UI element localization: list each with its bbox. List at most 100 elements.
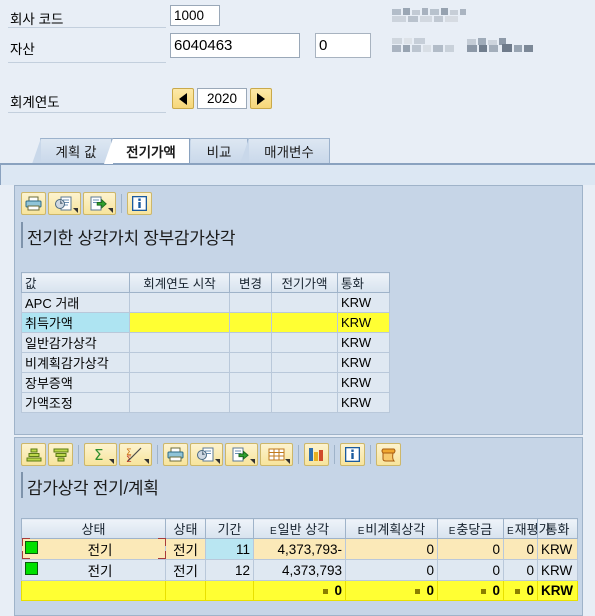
table-row[interactable]: APC 거래 KRW (21, 292, 390, 313)
export-icon[interactable] (83, 192, 116, 215)
asset-subnumber-input[interactable] (315, 33, 371, 58)
table-row[interactable]: 가액조정 KRW (21, 392, 390, 413)
total-currency: KRW (537, 580, 578, 601)
export-glyph (232, 447, 249, 461)
table-row[interactable]: 비계획감가상각 KRW (21, 352, 390, 373)
column-header-status2[interactable]: 상태 (165, 518, 206, 539)
chart-glyph (309, 448, 323, 461)
column-header-reserve[interactable]: Ε충당금 (437, 518, 504, 539)
print-preview-icon[interactable] (190, 443, 223, 466)
print-preview-glyph (197, 447, 214, 461)
print-glyph (167, 447, 184, 462)
chevron-down-icon (285, 459, 290, 464)
column-header-period[interactable]: 기간 (205, 518, 254, 539)
column-header-fy-start[interactable]: 회계연도 시작 (129, 272, 230, 293)
export-icon[interactable] (225, 443, 258, 466)
print-glyph (25, 196, 42, 211)
column-header-ordinary[interactable]: Ε일반 상각 (253, 518, 346, 539)
toolbar-separator (370, 445, 371, 464)
table-row[interactable]: 일반감가상각 KRW (21, 332, 390, 353)
sort-descending-icon[interactable] (48, 443, 73, 466)
layout-icon[interactable] (260, 443, 293, 466)
chevron-down-icon (250, 459, 255, 464)
svg-text:Σ: Σ (94, 447, 103, 462)
divider-3 (8, 112, 166, 113)
tab-label: 계획 값 (55, 145, 97, 160)
sigma-icon: Ε (269, 526, 277, 537)
tab-parameters[interactable]: 매개변수 (240, 138, 330, 164)
previous-year-button[interactable] (172, 88, 194, 109)
print-icon[interactable] (21, 192, 46, 215)
chevron-down-icon (108, 208, 113, 213)
tab-posted-values[interactable]: 전기가액 (104, 138, 190, 164)
total-ordinary: 0 (253, 580, 346, 601)
total-value: 0 (334, 583, 342, 598)
print-preview-icon[interactable] (48, 192, 81, 215)
column-header-change[interactable]: 변경 (229, 272, 272, 293)
column-header-status[interactable]: 상태 (21, 518, 166, 539)
company-code-input[interactable] (170, 5, 220, 26)
asset-number-input[interactable] (170, 33, 300, 58)
tab-planned-values[interactable]: 계획 값 (32, 138, 112, 164)
sum-glyph: Σ (94, 447, 103, 462)
company-code-label: 회사 코드 (10, 12, 64, 27)
depreciation-posting-panel: Σ Σ Σ 감가상각 전기/계획 상태 상태 기간 Ε일반 상각 Ε비계획상각 … (14, 437, 583, 616)
info-icon[interactable] (340, 443, 365, 466)
subtotal-glyph: Σ Σ (126, 447, 142, 462)
table-row[interactable]: 장부증액 KRW (21, 372, 390, 393)
print-preview-glyph (55, 196, 72, 210)
cell-fy-start (129, 292, 230, 313)
info-glyph (345, 447, 360, 462)
chevron-down-icon (144, 459, 149, 464)
sort-ascending-icon[interactable] (21, 443, 46, 466)
cell-fy-start (129, 332, 230, 353)
table-row[interactable]: 전기 전기 11 4,373,793- 0 0 0 KRW (21, 538, 578, 560)
fiscal-year-input[interactable] (197, 88, 247, 109)
column-header-value[interactable]: 값 (21, 272, 130, 293)
column-label: 충당금 (456, 522, 493, 537)
fiscal-year-row: 회계연도 (10, 91, 60, 111)
cell-status: 전기 (21, 538, 166, 560)
table-row[interactable]: 취득가액 KRW (21, 312, 390, 333)
column-header-posted[interactable]: 전기가액 (271, 272, 338, 293)
info-glyph (132, 196, 147, 211)
sort-asc-glyph (26, 448, 41, 461)
column-header-unplanned[interactable]: Ε비계획상각 (345, 518, 438, 539)
print-icon[interactable] (163, 443, 188, 466)
cell-change (229, 372, 272, 393)
export-glyph (90, 196, 107, 210)
panel2-toolbar: Σ Σ Σ (21, 443, 401, 466)
table-row[interactable]: 전기 전기 12 4,373,793 0 0 0 KRW (21, 559, 578, 581)
cell-fy-start (129, 372, 230, 393)
total-status2 (165, 580, 206, 601)
subtotal-icon[interactable]: Σ Σ (119, 443, 152, 466)
table-header-row: 값 회계연도 시작 변경 전기가액 통화 (21, 272, 390, 293)
column-header-revaluation[interactable]: Ε재평가 (503, 518, 551, 539)
cell-currency: KRW (337, 332, 390, 353)
column-header-currency[interactable]: 통화 (337, 272, 390, 293)
sum-icon[interactable]: Σ (84, 443, 117, 466)
layout-glyph (268, 448, 284, 461)
selection-bracket-bottom-left (22, 551, 30, 559)
info-icon[interactable] (127, 192, 152, 215)
next-year-button[interactable] (250, 88, 272, 109)
total-reserve: 0 (437, 580, 504, 601)
cell-revaluation: 0 (503, 538, 538, 560)
chart-icon[interactable] (304, 443, 329, 466)
tab-content-area (0, 165, 595, 185)
cell-currency: KRW (337, 392, 390, 413)
cell-change (229, 312, 272, 333)
divider-1 (8, 27, 166, 28)
total-marker-icon (415, 589, 421, 594)
total-status (21, 580, 166, 601)
left-triangle-icon (179, 92, 187, 105)
panel1-title-accent (21, 222, 23, 248)
cell-posted (271, 312, 338, 333)
cell-revaluation: 0 (503, 559, 538, 581)
cell-currency: KRW (337, 292, 390, 313)
total-revaluation: 0 (503, 580, 538, 601)
posted-values-table: 값 회계연도 시작 변경 전기가액 통화 APC 거래 KRW 취득가액 KRW (21, 272, 390, 413)
script-icon[interactable] (376, 443, 401, 466)
tab-strip: 계획 값 전기가액 비교 매개변수 (0, 138, 595, 164)
row-label: 장부증액 (21, 372, 130, 393)
